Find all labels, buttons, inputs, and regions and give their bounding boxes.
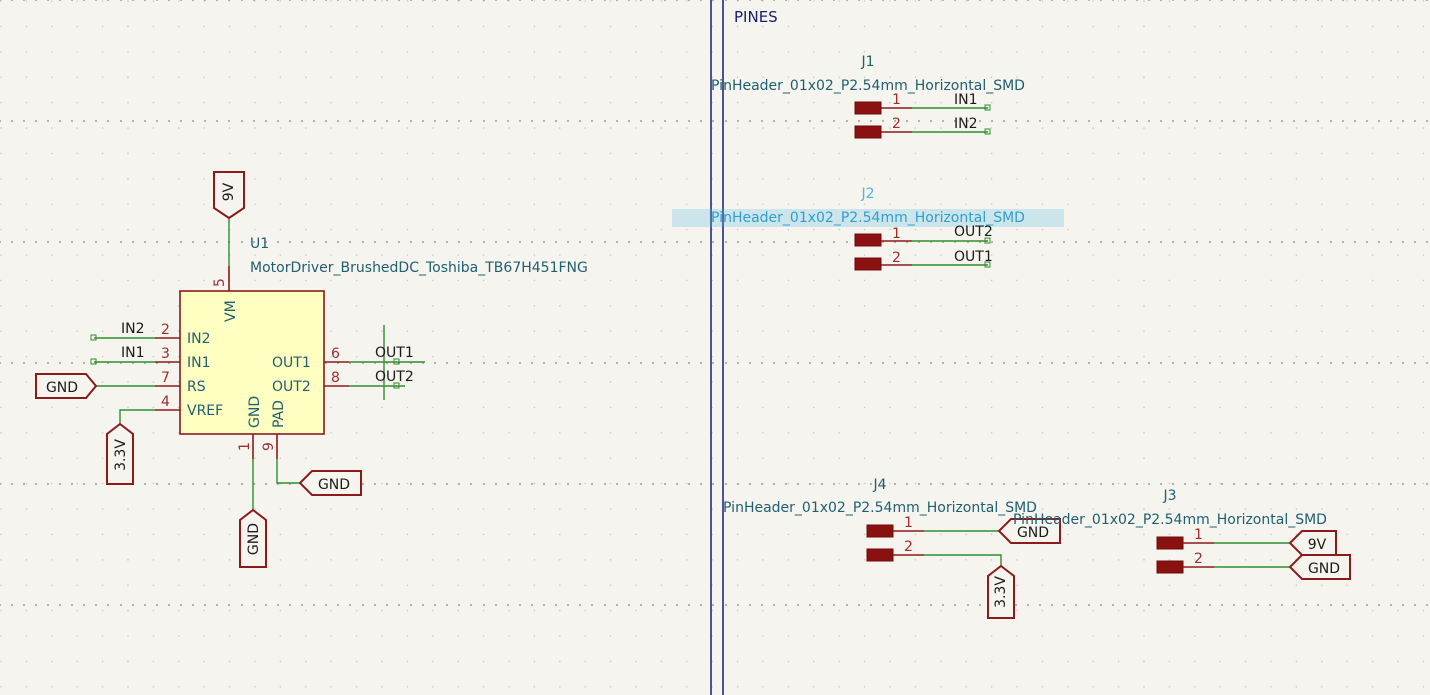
power-gnd-j3[interactable]: GND (1288, 554, 1351, 580)
power-gnd-pad-text: GND (318, 477, 350, 493)
j2-pin-2-number: 2 (892, 250, 901, 266)
power-gnd-j3-text: GND (1308, 561, 1340, 577)
u1-pin-vm-name: VM (223, 300, 239, 322)
power-gnd-u1-text: GND (246, 523, 262, 555)
j2-pad-2[interactable] (854, 257, 882, 271)
j1-net-label-1[interactable]: IN1 (954, 92, 978, 108)
j3-value: PinHeader_01x02_P2.54mm_Horizontal_SMD (1013, 512, 1327, 528)
power-gnd-rs-text: GND (46, 380, 78, 396)
power-3v3-vref[interactable]: 3.3V (106, 422, 134, 485)
j1-pad-2[interactable] (854, 125, 882, 139)
u1-pin-in2-number: 2 (161, 322, 170, 338)
u1-pin-out1-number: 6 (331, 346, 340, 362)
net-label-in2[interactable]: IN2 (121, 321, 145, 337)
j4-pin-2-number: 2 (904, 539, 913, 555)
j4-reference: J4 (872, 477, 886, 493)
u1-value: MotorDriver_BrushedDC_Toshiba_TB67H451FN… (250, 260, 588, 276)
power-9v-j3-text: 9V (1308, 537, 1327, 553)
u1-pin-gnd-number: 1 (237, 442, 253, 451)
net-label-out2[interactable]: OUT2 (375, 369, 414, 385)
section-label: PINES (734, 8, 778, 26)
u1-pin-rs-name: RS (187, 379, 206, 395)
j4-pad-2[interactable] (866, 548, 894, 562)
u1-pin-gnd-name: GND (247, 396, 263, 428)
u1-pin-vref-name: VREF (187, 403, 223, 419)
j1-value: PinHeader_01x02_P2.54mm_Horizontal_SMD (711, 78, 1025, 94)
j1-net-label-2[interactable]: IN2 (954, 116, 978, 132)
j4-pad-1[interactable] (866, 524, 894, 538)
power-3v3-j4-text: 3.3V (993, 576, 1009, 608)
power-gnd-pad[interactable]: GND (298, 470, 362, 496)
j1-pin-2-number: 2 (892, 116, 901, 132)
net-label-in1[interactable]: IN1 (121, 345, 145, 361)
u1-pin-vm-number: 5 (212, 278, 228, 287)
u1-reference: U1 (250, 236, 269, 252)
j1-pad-1[interactable] (854, 101, 882, 115)
power-3v3-vref-text: 3.3V (113, 439, 129, 471)
u1-pin-pad-name: PAD (271, 400, 287, 428)
u1-pin-in1-name: IN1 (187, 355, 211, 371)
j1-reference: J1 (860, 54, 874, 70)
u1-pin-rs-number: 7 (161, 370, 170, 386)
j2-pad-1[interactable] (854, 233, 882, 247)
power-3v3-j4[interactable]: 3.3V (987, 564, 1015, 619)
j3-pin-2-number: 2 (1194, 551, 1203, 567)
j3-reference: J3 (1162, 488, 1176, 504)
j3-pad-1[interactable] (1156, 536, 1184, 550)
j2-net-label-2[interactable]: OUT1 (954, 249, 993, 265)
u1-pin-in2-name: IN2 (187, 331, 211, 347)
u1-pin-out2-number: 8 (331, 370, 340, 386)
j1-pin-1-number: 1 (892, 92, 901, 108)
j3-pad-2[interactable] (1156, 560, 1184, 574)
net-label-out1[interactable]: OUT1 (375, 345, 414, 361)
u1-pin-pad-number: 9 (261, 442, 277, 451)
j2-pin-1-number: 1 (892, 226, 901, 242)
j4-value: PinHeader_01x02_P2.54mm_Horizontal_SMD (723, 500, 1037, 516)
power-gnd-rs[interactable]: GND (35, 373, 98, 399)
j2-net-label-1[interactable]: OUT2 (954, 224, 993, 240)
j4-pin-1-number: 1 (904, 515, 913, 531)
power-gnd-u1[interactable]: GND (239, 508, 267, 568)
power-9v-u1-text: 9V (221, 182, 237, 201)
j2-reference: J2 (860, 186, 874, 202)
u1-pin-out1-name: OUT1 (272, 355, 311, 371)
schematic-sheet[interactable]: PINES U1 MotorDriver_BrushedDC_Toshiba_T… (0, 0, 1430, 695)
u1-pin-vref-number: 4 (161, 394, 170, 410)
u1-pin-out2-name: OUT2 (272, 379, 311, 395)
u1-pin-in1-number: 3 (161, 346, 170, 362)
power-9v-u1[interactable]: 9V (213, 171, 245, 220)
j3-pin-1-number: 1 (1194, 527, 1203, 543)
